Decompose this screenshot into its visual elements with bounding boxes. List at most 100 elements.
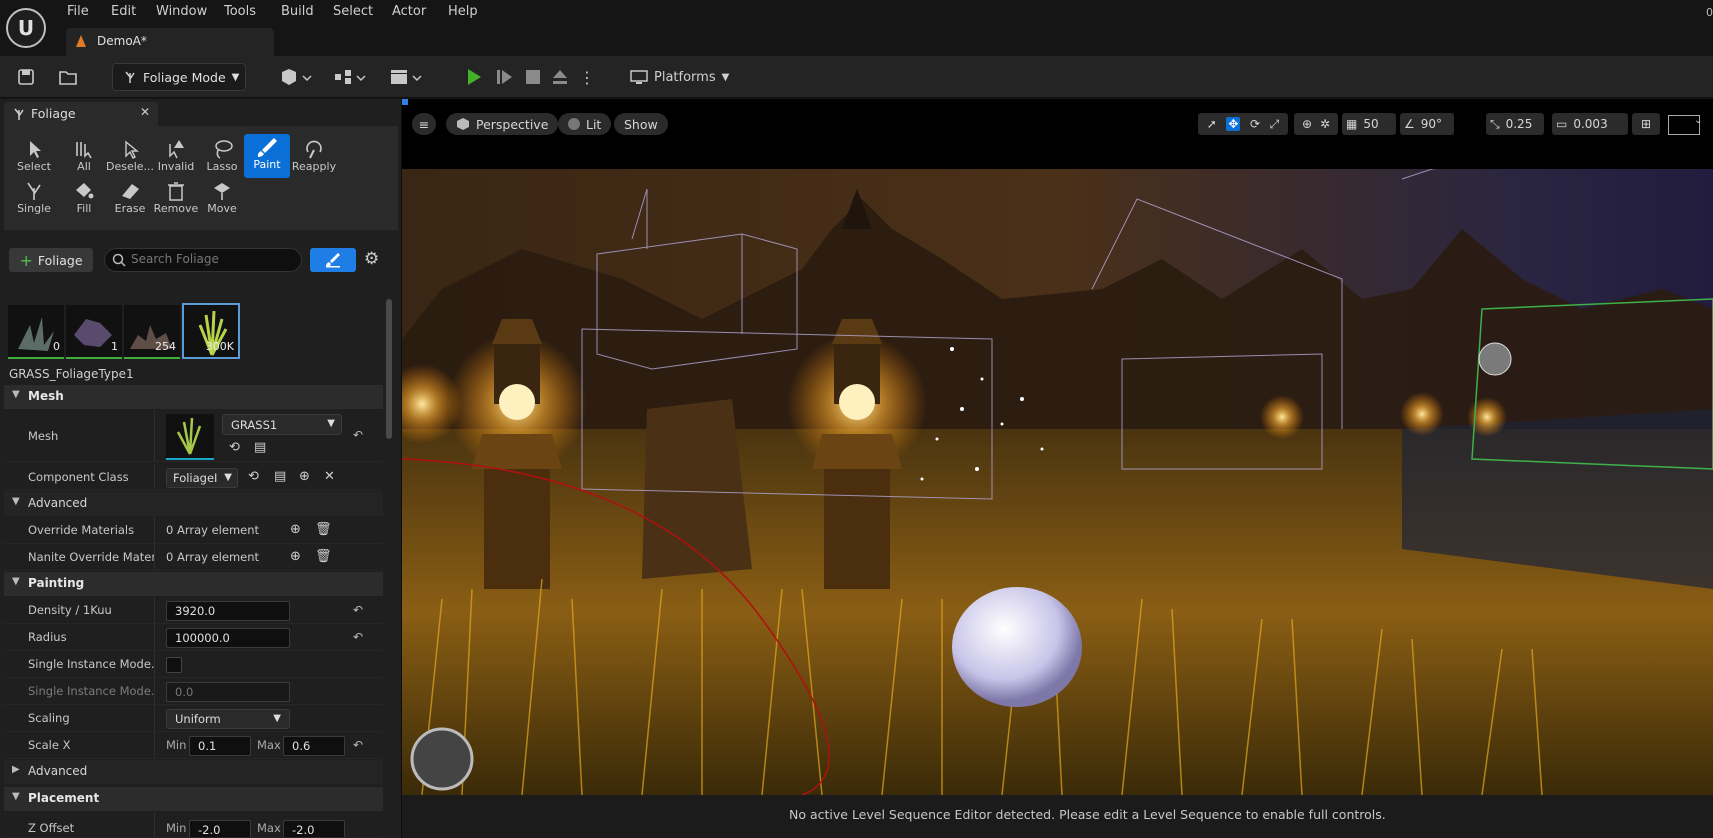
density-input[interactable]: 3920.0 [166, 601, 290, 621]
add-foliage-button[interactable]: + Foliage [9, 248, 93, 272]
component-class-dropdown[interactable]: FoliageI ▼ [166, 468, 238, 488]
invalid-icon [169, 140, 184, 159]
plus-icon: + [19, 250, 33, 270]
rotate-icon[interactable]: ⟳ [1250, 117, 1260, 131]
tool-select[interactable]: Select [10, 136, 58, 176]
tool-fill[interactable]: Fill [60, 178, 108, 218]
subsection-advanced[interactable]: ▼ Advanced [4, 492, 383, 516]
panel-scrollbar[interactable] [386, 299, 392, 439]
tool-single[interactable]: Single [10, 178, 58, 218]
lasso-icon [215, 140, 233, 159]
clear-icon[interactable]: ✕ [324, 469, 335, 484]
close-icon[interactable]: ✕ [140, 105, 150, 119]
trash-icon[interactable]: 🗑 [315, 549, 332, 564]
subsection-advanced-painting[interactable]: ▶ Advanced [4, 760, 383, 784]
foliage-thumbnail[interactable]: 254 [124, 305, 180, 359]
menu-window[interactable]: Window [156, 4, 207, 19]
unreal-logo-icon[interactable]: U [6, 8, 46, 48]
menu-help[interactable]: Help [448, 4, 478, 19]
radius-input[interactable]: 100000.0 [166, 628, 290, 648]
foliage-thumbnail[interactable]: 1 [66, 305, 122, 359]
z-offset-min-input[interactable]: -2.0 [189, 820, 251, 837]
reset-icon[interactable]: ↶ [353, 630, 363, 644]
platforms-menu[interactable]: Platforms ▼ [630, 64, 729, 90]
level-viewport[interactable]: ≡ Perspective Lit Show ➚ ✥ ⟳ ⤢ ⊕ ✲ ▦ 50 … [402, 99, 1713, 795]
tool-reapply[interactable]: Reapply [290, 136, 338, 176]
add-icon[interactable]: ⊕ [290, 549, 301, 564]
tool-invalid[interactable]: Invalid [152, 136, 200, 176]
hamburger-menu-icon[interactable]: ≡ [412, 113, 436, 135]
play-icon[interactable] [462, 64, 486, 90]
mode-dropdown-label: Foliage Mode [143, 69, 226, 85]
z-offset-max-input[interactable]: -2.0 [283, 820, 345, 837]
menu-build[interactable]: Build [281, 4, 314, 19]
play-options-icon[interactable]: ⋮ [579, 64, 595, 90]
scale-x-min-input[interactable]: 0.1 [189, 736, 251, 756]
cinematics-icon[interactable] [386, 64, 426, 90]
menu-file[interactable]: File [67, 4, 89, 19]
tool-deselect[interactable]: Desele... [106, 136, 154, 176]
step-icon[interactable] [494, 64, 516, 90]
add-icon[interactable]: ⊕ [290, 522, 301, 537]
menu-select[interactable]: Select [333, 4, 373, 19]
scale-x-max-input[interactable]: 0.6 [283, 736, 345, 756]
scaling-dropdown[interactable]: Uniform ▼ [166, 709, 290, 729]
reset-icon[interactable]: ↶ [353, 428, 363, 442]
menu-tools[interactable]: Tools [224, 4, 256, 19]
add-actor-icon[interactable] [276, 64, 316, 90]
menu-actor[interactable]: Actor [392, 4, 426, 19]
mesh-thumbnail[interactable] [166, 414, 214, 460]
reset-icon[interactable]: ↶ [353, 738, 363, 752]
trash-icon[interactable]: 🗑 [315, 522, 332, 537]
browse-back-icon[interactable]: ⟲ [229, 440, 240, 455]
surface-snap-icon[interactable]: ✲ [1320, 117, 1330, 131]
reset-icon[interactable]: ↶ [353, 603, 363, 617]
section-painting[interactable]: ▼ Painting [4, 572, 383, 596]
grid-snap-control[interactable]: ▦ 50 [1342, 113, 1396, 135]
stop-icon[interactable] [522, 64, 544, 90]
mesh-asset-dropdown[interactable]: GRASS1 ▼ [222, 414, 342, 435]
show-button[interactable]: Show [614, 113, 668, 135]
lit-button[interactable]: Lit [558, 113, 612, 135]
perspective-button[interactable]: Perspective [446, 113, 559, 135]
mode-dropdown[interactable]: Foliage Mode ▼ [112, 63, 246, 91]
chevron-down-icon[interactable]: ⌄ [1694, 115, 1702, 126]
search-foliage-input[interactable] [131, 252, 291, 266]
save-icon[interactable] [14, 64, 38, 90]
rotation-snap-control[interactable]: ∠ 90° [1400, 113, 1454, 135]
tool-paint[interactable]: Paint [244, 134, 290, 178]
scale-snap-control[interactable]: ⤡ 0.25 [1486, 113, 1544, 135]
level-tab[interactable]: DemoA* [66, 28, 274, 56]
browse-folder-icon[interactable]: ▤ [274, 469, 286, 484]
menu-edit[interactable]: Edit [111, 4, 136, 19]
foliage-thumbnail-selected[interactable]: 300K [182, 303, 240, 359]
section-mesh[interactable]: ▼ Mesh [4, 385, 383, 409]
move-gizmo-icon[interactable]: ✥ [1226, 117, 1241, 131]
section-placement[interactable]: ▼ Placement [4, 787, 383, 811]
blueprint-icon[interactable] [330, 64, 370, 90]
tool-erase[interactable]: Erase [106, 178, 154, 218]
world-space-icon[interactable]: ⊕ [1302, 117, 1312, 131]
foliage-thumbnail[interactable]: 0 [8, 305, 64, 359]
tool-label: Move [207, 202, 237, 215]
camera-speed-control[interactable]: ▭ 0.003 [1552, 113, 1628, 135]
single-instance-checkbox[interactable] [166, 657, 182, 673]
tool-move[interactable]: Move [198, 178, 246, 218]
tool-remove[interactable]: Remove [152, 178, 200, 218]
browse-folder-icon[interactable]: ▤ [254, 440, 266, 455]
row-label: Mesh [28, 429, 59, 443]
tool-all[interactable]: All [60, 136, 108, 176]
gear-icon[interactable]: ⚙ [364, 249, 379, 269]
foliage-panel-tab[interactable]: Foliage ✕ [4, 102, 158, 126]
content-browser-icon[interactable] [56, 64, 80, 90]
viewport-layout-icon[interactable]: ⊞ [1632, 113, 1660, 135]
scale-icon[interactable]: ⤢ [1270, 117, 1280, 132]
eject-icon[interactable] [549, 64, 571, 90]
add-icon[interactable]: ⊕ [299, 469, 310, 484]
tool-lasso[interactable]: Lasso [198, 136, 246, 176]
paint-filter-toggle[interactable] [310, 248, 356, 272]
scene-render[interactable] [402, 169, 1713, 795]
search-foliage-field[interactable] [104, 248, 302, 272]
select-cursor-icon[interactable]: ➚ [1207, 117, 1217, 131]
browse-back-icon[interactable]: ⟲ [248, 469, 259, 484]
